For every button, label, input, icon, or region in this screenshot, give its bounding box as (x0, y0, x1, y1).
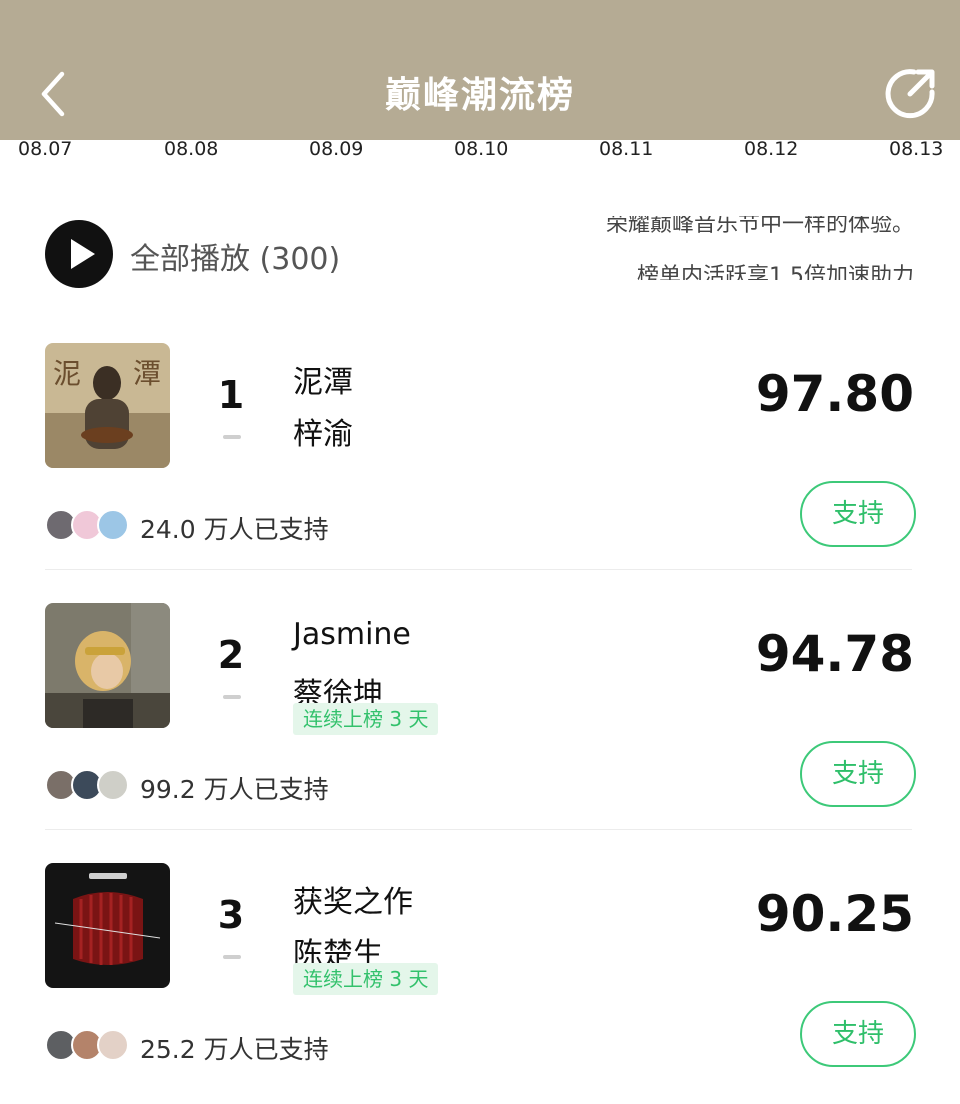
song-title[interactable]: 获奖之作 (293, 877, 413, 921)
notice-line: 榜单内活跃享1.5倍加速助力 (637, 264, 914, 280)
support-button[interactable]: 支持 (800, 1001, 916, 1067)
svg-text:泥: 泥 (53, 357, 81, 390)
supporter-avatars (45, 769, 135, 803)
avatar (97, 769, 129, 801)
date-tab[interactable]: 08.12 (744, 138, 798, 160)
song-title[interactable]: Jasmine (293, 617, 411, 652)
share-arrow-icon (885, 69, 935, 119)
play-icon (71, 239, 95, 269)
rank-unchanged-icon (223, 435, 241, 439)
rank-number: 1 (217, 373, 245, 417)
rank-unchanged-icon (223, 695, 241, 699)
page-title: 巅峰潮流榜 (384, 75, 575, 116)
artist-name[interactable]: 梓渝 (293, 409, 353, 453)
album-cover[interactable]: 泥 潭 (45, 343, 170, 468)
date-tab[interactable]: 08.13 (889, 138, 943, 160)
streak-badge: 连续上榜 3 天 (293, 963, 439, 995)
rank-number: 3 (217, 893, 245, 937)
date-tab[interactable]: 08.08 (164, 138, 218, 160)
row-divider (45, 569, 912, 570)
date-tab[interactable]: 08.11 (599, 138, 653, 160)
date-tab[interactable]: 08.09 (309, 138, 363, 160)
date-selector: 08.07 08.08 08.09 08.10 08.11 08.12 08.1… (0, 138, 960, 166)
avatar (97, 509, 129, 541)
date-tab[interactable]: 08.10 (454, 138, 508, 160)
supporter-avatars (45, 1029, 135, 1063)
rank-number: 2 (217, 633, 245, 677)
album-cover[interactable] (45, 863, 170, 988)
avatar (97, 1029, 129, 1061)
score-value: 90.25 (755, 885, 914, 943)
play-all-button[interactable] (45, 220, 113, 288)
album-art-image: 泥 潭 (45, 343, 170, 468)
song-title[interactable]: 泥潭 (293, 357, 353, 401)
supporter-avatars (45, 509, 135, 543)
supporter-count: 99.2 万人已支持 (140, 775, 329, 804)
date-tab[interactable]: 08.07 (18, 138, 72, 160)
album-cover[interactable] (45, 603, 170, 728)
album-art-image (45, 603, 170, 728)
support-button[interactable]: 支持 (800, 481, 916, 547)
row-divider (45, 829, 912, 830)
score-value: 94.78 (755, 625, 914, 683)
chart-row[interactable]: 2 Jasmine 蔡徐坤 连续上榜 3 天 94.78 99.2 万人已支持 … (0, 603, 960, 863)
chart-row[interactable]: 3 获奖之作 陈楚生 连续上榜 3 天 90.25 25.2 万人已支持 支持 (0, 863, 960, 1104)
album-art-image (45, 863, 170, 988)
score-value: 97.80 (755, 365, 914, 423)
play-all-label[interactable]: 全部播放 (300) (130, 234, 340, 278)
supporter-count: 25.2 万人已支持 (140, 1035, 329, 1064)
notice-line: 荣耀巅峰音乐节中一样的体验。 (605, 216, 914, 237)
chart-row[interactable]: 泥 潭 1 泥潭 梓渝 97.80 24.0 万人已支持 支持 (0, 343, 960, 603)
marquee-notice: 荣耀巅峰音乐节中一样的体验。 榜单内活跃享1.5倍加速助力 (560, 216, 920, 280)
supporter-count: 24.0 万人已支持 (140, 515, 329, 544)
support-button[interactable]: 支持 (800, 741, 916, 807)
streak-badge: 连续上榜 3 天 (293, 703, 439, 735)
rank-unchanged-icon (223, 955, 241, 959)
header-bar: 巅峰潮流榜 (0, 0, 960, 140)
svg-text:潭: 潭 (133, 357, 161, 390)
share-button[interactable] (884, 66, 938, 120)
